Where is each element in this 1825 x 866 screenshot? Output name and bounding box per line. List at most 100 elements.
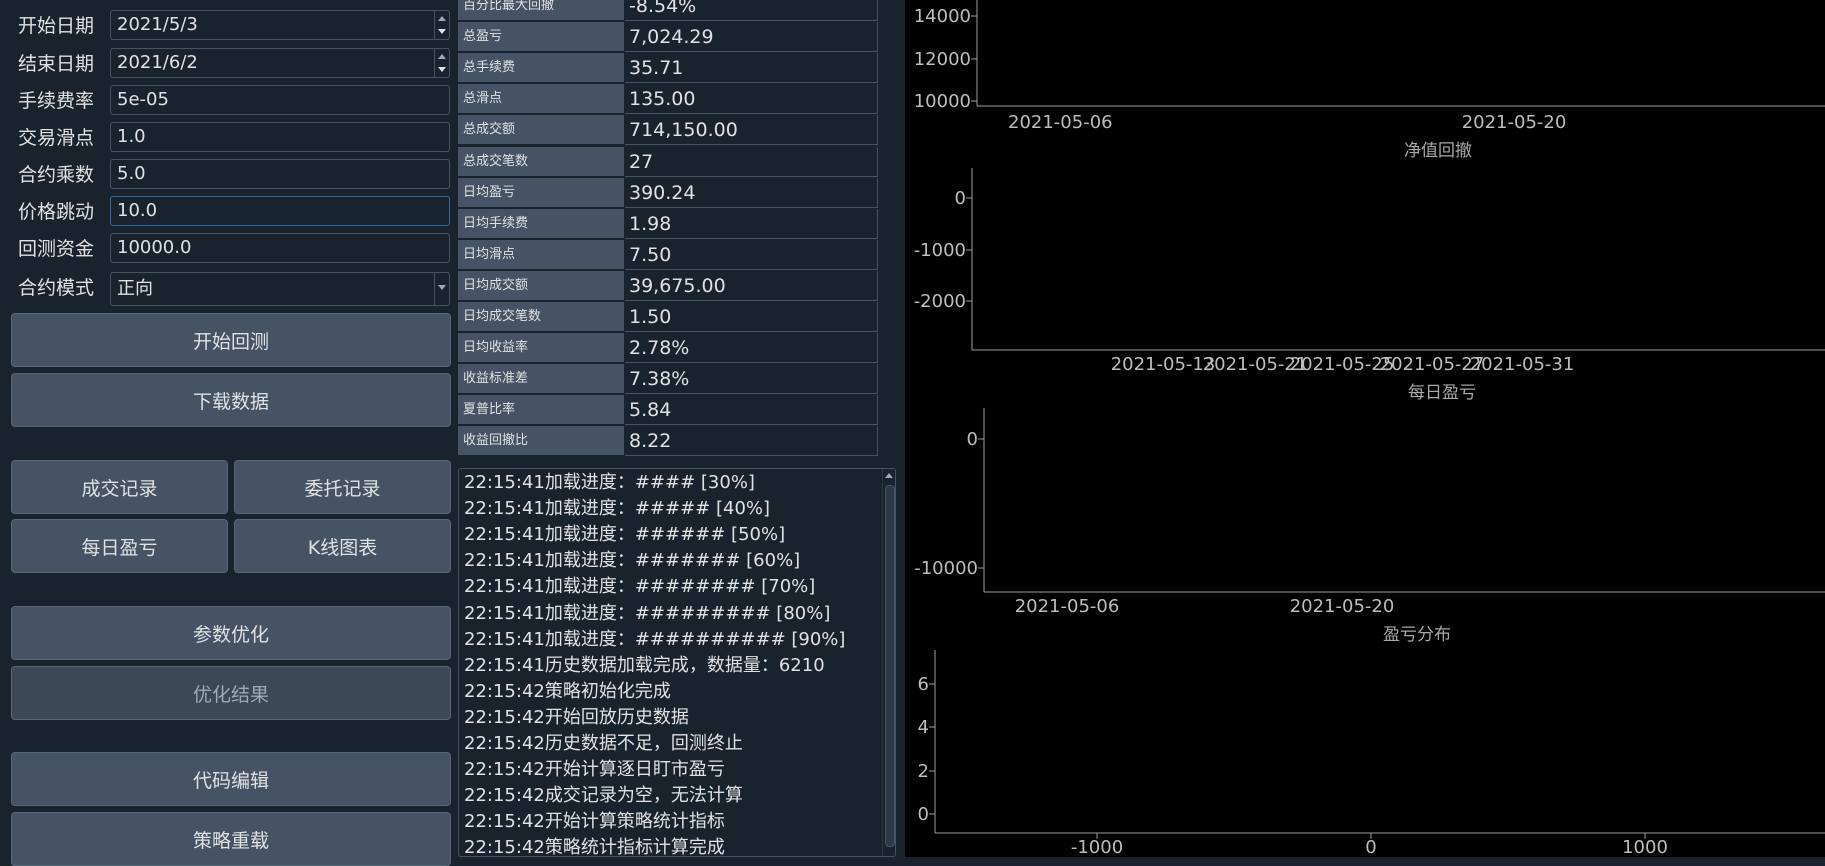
stats-row[interactable]: 百分比最大回撤 -8.54% xyxy=(458,0,878,21)
stats-row[interactable]: 总成交笔数 27 xyxy=(458,146,878,177)
stats-value[interactable]: 27 xyxy=(625,146,878,177)
optimize-result-button[interactable]: 优化结果 xyxy=(11,666,451,720)
x-tick-label: 2021-05-25 xyxy=(1290,354,1395,375)
price-tick-field[interactable]: 10.0 xyxy=(110,196,450,226)
log-time: 22:15:42 xyxy=(464,811,545,833)
stats-value[interactable]: 390.24 xyxy=(625,177,878,208)
log-line: 22:15:41加载进度：######### [80%] xyxy=(464,602,830,626)
spin-down-icon[interactable] xyxy=(438,67,446,72)
stats-value[interactable]: 39,675.00 xyxy=(625,270,878,301)
log-message: 成交记录为空，无法计算 xyxy=(544,785,743,807)
log-message: 历史数据不足，回测终止 xyxy=(544,733,743,754)
stats-value[interactable]: 2.78% xyxy=(625,333,878,364)
daily-pnl-chart: 每日盈亏 0 -10000 2021-05-06 2021-05-20 xyxy=(914,383,1825,617)
capital-row: 回测资金 10000.0 xyxy=(0,233,455,265)
stats-value[interactable]: 7.38% xyxy=(625,364,878,395)
end-date-spinner[interactable] xyxy=(434,49,449,77)
x-tick-label: 2021-05-06 xyxy=(1015,596,1120,617)
stats-row[interactable]: 日均盈亏 390.24 xyxy=(458,177,878,208)
stats-value[interactable]: 5.84 xyxy=(625,395,878,426)
stats-row[interactable]: 日均滑点 7.50 xyxy=(458,239,878,270)
stats-row[interactable]: 总滑点 135.00 xyxy=(458,84,878,115)
stats-row[interactable]: 总成交额 714,150.00 xyxy=(458,115,878,146)
x-tick-label: 2021-05-31 xyxy=(1470,354,1575,375)
slippage-row: 交易滑点 1.0 xyxy=(0,122,455,154)
y-tick-label: -2000 xyxy=(914,291,966,312)
spin-up-icon[interactable] xyxy=(438,16,446,21)
log-output[interactable]: 22:15:41加载进度：#### [30%] 22:15:41加载进度：####… xyxy=(458,468,896,857)
log-message: 历史数据加载完成，数据量：6210 xyxy=(544,654,825,676)
spin-up-icon[interactable] xyxy=(438,54,446,59)
contract-mode-value: 正向 xyxy=(117,278,153,299)
commission-rate-field[interactable]: 5e-05 xyxy=(110,85,450,115)
trade-records-button[interactable]: 成交记录 xyxy=(11,460,228,514)
stats-value[interactable]: 714,150.00 xyxy=(625,115,878,146)
contract-mode-select[interactable]: 正向 xyxy=(110,272,450,306)
stats-row[interactable]: 总盈亏 7,024.29 xyxy=(458,22,878,53)
strategy-reload-button[interactable]: 策略重载 xyxy=(11,812,451,866)
stats-key: 总滑点 xyxy=(458,84,624,115)
stats-key: 总成交笔数 xyxy=(458,146,624,177)
contract-size-row: 合约乘数 5.0 xyxy=(0,159,455,191)
commission-rate-label: 手续费率 xyxy=(18,90,95,112)
start-backtest-button[interactable]: 开始回测 xyxy=(11,313,451,367)
stats-value[interactable]: 8.22 xyxy=(625,426,878,457)
stats-value[interactable]: 135.00 xyxy=(625,84,878,115)
log-scrollbar[interactable] xyxy=(882,469,895,856)
y-tick-label: -1000 xyxy=(914,240,966,261)
param-optimize-button[interactable]: 参数优化 xyxy=(11,606,451,660)
log-line: 22:15:41加载进度：####### [60%] xyxy=(464,549,800,573)
stats-row[interactable]: 夏普比率 5.84 xyxy=(458,395,878,426)
log-time: 22:15:41 xyxy=(464,576,545,598)
stats-row[interactable]: 日均收益率 2.78% xyxy=(458,333,878,364)
stats-row[interactable]: 日均手续费 1.98 xyxy=(458,208,878,239)
code-edit-button[interactable]: 代码编辑 xyxy=(11,752,451,806)
daily-pnl-button[interactable]: 每日盈亏 xyxy=(11,519,228,573)
log-message: 加载进度：######## [70%] xyxy=(544,576,816,598)
pnl-distribution-chart: 盈亏分布 6 4 2 0 -1000 0 1000 xyxy=(918,625,1825,858)
chevron-down-icon[interactable] xyxy=(438,285,446,290)
stats-row[interactable]: 日均成交笔数 1.50 xyxy=(458,302,878,332)
slippage-field[interactable]: 1.0 xyxy=(110,122,450,152)
stats-key: 日均盈亏 xyxy=(458,177,624,208)
stats-row[interactable]: 收益标准差 7.38% xyxy=(458,364,878,395)
log-message: 加载进度：####### [60%] xyxy=(544,550,801,572)
start-date-field[interactable]: 2021/5/3 xyxy=(110,10,450,40)
log-scrollbar-thumb[interactable] xyxy=(885,485,895,847)
download-data-button[interactable]: 下载数据 xyxy=(11,373,451,427)
stats-key: 收益回撤比 xyxy=(458,426,624,457)
log-time: 22:15:42 xyxy=(464,706,545,728)
end-date-label: 结束日期 xyxy=(18,53,95,75)
stats-value[interactable]: 35.71 xyxy=(625,53,878,84)
stats-value[interactable]: -8.54% xyxy=(625,0,878,21)
kline-chart-button[interactable]: K线图表 xyxy=(234,519,451,573)
y-tick-label: 2 xyxy=(918,761,929,782)
order-records-button[interactable]: 委托记录 xyxy=(234,460,451,514)
log-line: 22:15:41加载进度：######## [70%] xyxy=(464,575,815,599)
pnl-distribution-title: 盈亏分布 xyxy=(1383,625,1451,645)
stats-value[interactable]: 7.50 xyxy=(625,239,878,270)
log-line: 22:15:41加载进度：###### [50%] xyxy=(464,523,785,547)
start-date-spinner[interactable] xyxy=(434,11,449,39)
log-time: 22:15:41 xyxy=(464,498,545,520)
stats-key: 日均滑点 xyxy=(458,239,624,270)
stats-value[interactable]: 1.50 xyxy=(625,302,878,332)
spin-down-icon[interactable] xyxy=(438,29,446,34)
stats-row[interactable]: 收益回撤比 8.22 xyxy=(458,426,878,457)
stats-value[interactable]: 1.98 xyxy=(625,208,878,239)
log-message: 加载进度：##### [40%] xyxy=(544,498,771,520)
stats-value[interactable]: 7,024.29 xyxy=(625,22,878,53)
stats-row[interactable]: 总手续费 35.71 xyxy=(458,53,878,84)
scroll-up-icon[interactable] xyxy=(885,473,893,478)
log-time: 22:15:41 xyxy=(464,550,545,572)
y-tick-label: 0 xyxy=(918,804,929,825)
stats-key: 日均成交额 xyxy=(458,270,624,301)
end-date-field[interactable]: 2021/6/2 xyxy=(110,48,450,78)
balance-chart: 14000 12000 10000 2021-05-06 2021-05-20 xyxy=(914,0,1825,133)
contract-size-label: 合约乘数 xyxy=(18,164,95,186)
combo-dropdown[interactable] xyxy=(434,273,449,305)
stats-row[interactable]: 日均成交额 39,675.00 xyxy=(458,270,878,301)
capital-field[interactable]: 10000.0 xyxy=(110,233,450,263)
contract-size-field[interactable]: 5.0 xyxy=(110,159,450,189)
y-tick-label: 10000 xyxy=(914,91,971,112)
